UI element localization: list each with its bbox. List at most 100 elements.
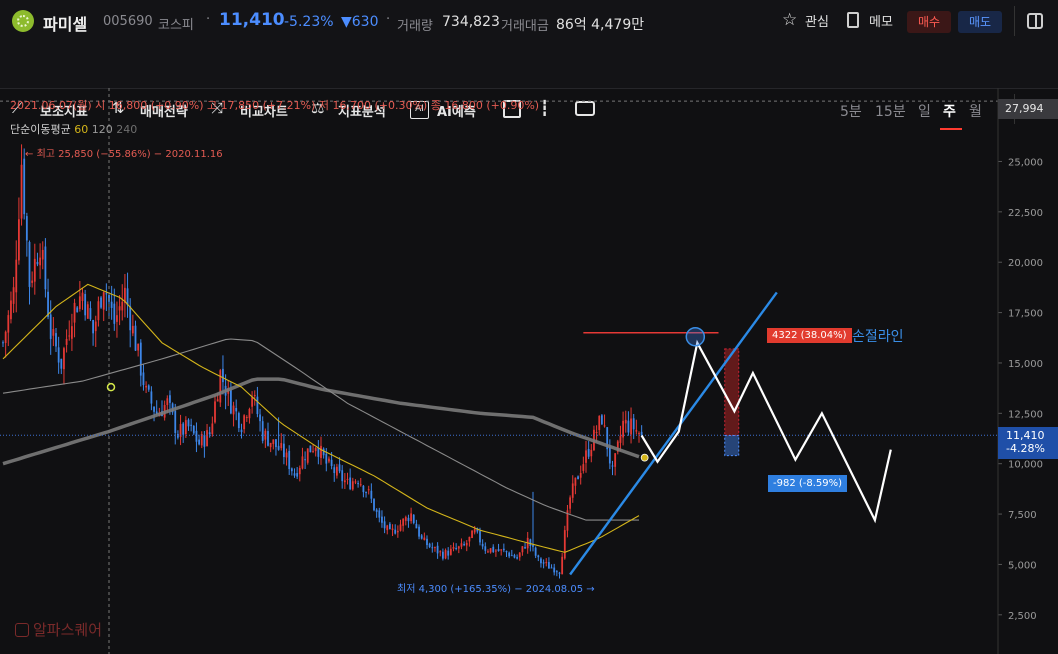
candle-body bbox=[253, 394, 256, 397]
candle-body bbox=[343, 480, 346, 483]
stop-loss-label: 손절라인 bbox=[852, 329, 904, 345]
candle-body bbox=[579, 472, 582, 478]
candle-body bbox=[203, 434, 206, 447]
candle-body bbox=[190, 424, 193, 426]
candle-body bbox=[497, 549, 500, 552]
candle-body bbox=[412, 514, 415, 524]
candle-body bbox=[362, 485, 365, 493]
candle-body bbox=[4, 331, 7, 343]
crosshair-price-tag: 27,994 bbox=[998, 99, 1058, 119]
change-amount: ▼630 bbox=[341, 14, 379, 30]
candle-body bbox=[457, 546, 460, 549]
candle-body bbox=[100, 297, 102, 308]
candle-body bbox=[28, 242, 31, 287]
candle-body bbox=[489, 548, 492, 553]
memo-icon[interactable] bbox=[847, 12, 859, 28]
high-annotation: ← 최고 25,850 (−55.86%) − 2020.11.16 bbox=[25, 145, 223, 160]
candle-body bbox=[86, 304, 89, 319]
candle-body bbox=[309, 445, 312, 453]
candle-body bbox=[590, 449, 593, 457]
candle-body bbox=[7, 315, 10, 333]
candle-body bbox=[129, 306, 132, 331]
candle-body bbox=[272, 439, 275, 444]
candle-body bbox=[563, 530, 566, 559]
candle-body bbox=[505, 551, 508, 553]
last-price-pct: -4.28% bbox=[1006, 442, 1045, 455]
candle-body bbox=[351, 481, 354, 490]
candle-body bbox=[487, 551, 489, 553]
candle-body bbox=[18, 219, 20, 261]
candle-body bbox=[508, 552, 511, 557]
candle-body bbox=[611, 465, 614, 467]
candlestick-chart[interactable]: 2,500 5,000 7,500 10,000 12,500 15,000 17,500 2… bbox=[0, 88, 1058, 654]
candle-body bbox=[219, 370, 222, 403]
memo-button[interactable]: 메모 bbox=[869, 11, 893, 30]
y-tick-label: 12,500 bbox=[1008, 409, 1043, 420]
left-arrow-icon: ← bbox=[25, 149, 37, 160]
candle-body bbox=[92, 319, 94, 334]
ma-legend: 단순이동평균 60 120 240 bbox=[10, 121, 137, 137]
watch-button[interactable]: 관심 bbox=[805, 11, 829, 30]
candle-body bbox=[243, 415, 246, 430]
candle-body bbox=[65, 338, 68, 345]
side-panel-icon[interactable] bbox=[1027, 13, 1043, 29]
star-icon[interactable]: ☆ bbox=[782, 10, 797, 30]
candle-body bbox=[338, 464, 341, 472]
candle-body bbox=[211, 423, 214, 435]
candle-body bbox=[585, 450, 587, 463]
y-tick-label: 7,500 bbox=[1008, 510, 1037, 521]
candle-body bbox=[23, 158, 26, 215]
candle-body bbox=[479, 531, 481, 543]
chart-toolbar: ⟋ 보조지표 ⇅ 매매전략 ⤨ 비교차트 ⚖ 지표분석 AI AI예측 ┇ 5분… bbox=[0, 44, 1058, 130]
candle-body bbox=[632, 418, 635, 430]
high-note: 최고 25,850 (−55.86%) − 2020.11.16 bbox=[36, 149, 223, 160]
candle-body bbox=[174, 410, 177, 434]
candle-body bbox=[251, 397, 253, 407]
stock-name[interactable]: 파미셀 bbox=[43, 11, 87, 35]
candle-body bbox=[534, 547, 537, 556]
candle-body bbox=[608, 447, 611, 464]
candle-body bbox=[94, 321, 97, 332]
candle-body bbox=[222, 368, 224, 383]
candle-body bbox=[166, 398, 169, 406]
crosshair-ma-dot bbox=[106, 382, 116, 392]
candle-body bbox=[301, 456, 304, 469]
candles bbox=[2, 144, 643, 579]
candle-body bbox=[256, 396, 259, 415]
buy-button[interactable]: 매수 bbox=[907, 11, 951, 33]
candle-body bbox=[52, 329, 55, 336]
y-tick-label: 17,500 bbox=[1008, 309, 1043, 320]
candle-body bbox=[330, 459, 333, 466]
candle-body bbox=[601, 415, 603, 425]
candle-body bbox=[169, 395, 171, 403]
candle-body bbox=[296, 473, 299, 477]
candle-body bbox=[280, 443, 283, 449]
candle-body bbox=[595, 432, 598, 434]
candle-body bbox=[320, 445, 322, 458]
candle-body bbox=[261, 421, 264, 441]
volume-label: 거래량 bbox=[397, 19, 433, 34]
candle-body bbox=[420, 535, 423, 539]
low-note: 최저 4,300 (+165.35%) − 2024.08.05 bbox=[397, 584, 584, 595]
candle-body bbox=[423, 537, 426, 541]
candle-body bbox=[449, 548, 452, 555]
last-price-value: 11,410 bbox=[1006, 429, 1045, 442]
sell-button[interactable]: 매도 bbox=[958, 11, 1002, 33]
candle-body bbox=[232, 405, 235, 415]
candle-body bbox=[73, 302, 76, 323]
market-name: 코스피 bbox=[158, 18, 194, 33]
candle-body bbox=[187, 419, 190, 427]
candle-body bbox=[619, 435, 622, 443]
candle-body bbox=[195, 430, 198, 442]
candle-body bbox=[306, 448, 309, 463]
candle-body bbox=[481, 543, 484, 547]
candle-body bbox=[304, 459, 306, 461]
candle-body bbox=[622, 420, 624, 438]
candle-body bbox=[97, 301, 100, 321]
ma240-label: 240 bbox=[116, 123, 138, 136]
candle-body bbox=[60, 358, 63, 369]
candle-body bbox=[386, 525, 389, 531]
candle-body bbox=[569, 497, 571, 509]
candle-body bbox=[267, 431, 269, 446]
candle-body bbox=[317, 447, 320, 457]
